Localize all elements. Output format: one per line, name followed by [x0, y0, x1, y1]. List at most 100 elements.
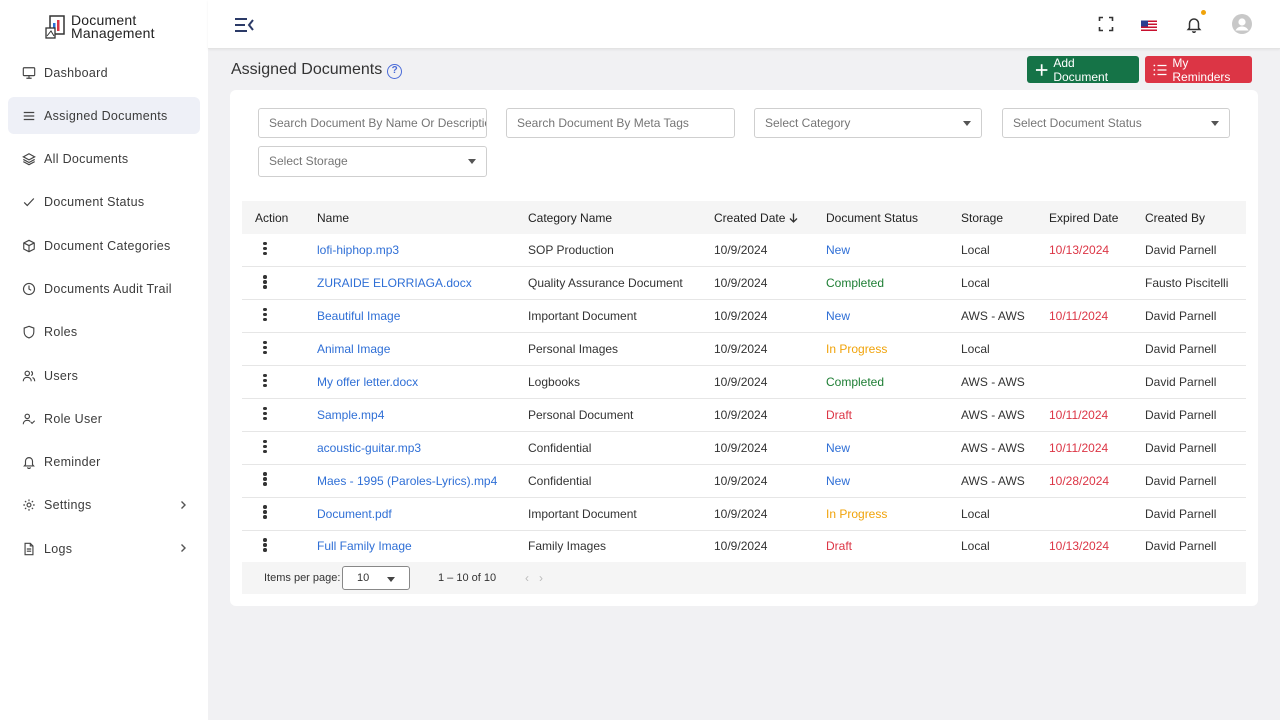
category-cell: SOP Production [528, 234, 714, 268]
status-cell: In Progress [826, 332, 961, 367]
column-header-created-date[interactable]: Created Date [714, 201, 826, 234]
created-by-cell: David Parnell [1145, 299, 1246, 334]
document-name-link[interactable]: Document.pdf [317, 507, 392, 521]
add-document-button[interactable]: Add Document [1027, 56, 1139, 84]
status-select[interactable]: Select Document Status [1002, 108, 1230, 138]
sidebar-item-documents-audit-trail[interactable]: Documents Audit Trail [8, 270, 200, 307]
row-action-cell [242, 530, 317, 564]
category-select[interactable]: Select Category [754, 108, 982, 138]
row-action-cell [242, 299, 317, 334]
status-cell: New [826, 234, 961, 268]
created-date-cell: 10/9/2024 [714, 365, 826, 399]
sidebar-item-logs[interactable]: Logs [8, 530, 200, 567]
sidebar-item-roles[interactable]: Roles [8, 314, 200, 351]
sidebar-item-label: Reminder [44, 455, 101, 470]
menu-collapse-icon[interactable] [234, 16, 254, 34]
row-action-cell [242, 332, 317, 367]
row-action-cell [242, 497, 317, 531]
created-date-cell: 10/9/2024 [714, 398, 826, 432]
created-by-cell: Fausto Piscitelli [1145, 266, 1246, 301]
previous-page-button[interactable]: ‹ [525, 571, 539, 585]
sidebar-item-label: Roles [44, 325, 78, 340]
list-icon [23, 111, 35, 120]
more-vertical-icon[interactable] [263, 438, 267, 455]
document-name-cell: My offer letter.docx [317, 365, 528, 399]
check-icon [23, 198, 35, 207]
more-vertical-icon[interactable] [263, 339, 267, 356]
column-header-status[interactable]: Document Status [826, 201, 961, 234]
page-size-select[interactable]: 10 [342, 566, 410, 590]
sidebar-item-all-documents[interactable]: All Documents [8, 141, 200, 178]
document-name-cell: Beautiful Image [317, 299, 528, 334]
sidebar-item-users[interactable]: Users [8, 357, 200, 394]
storage-select[interactable]: Select Storage [258, 146, 487, 177]
sidebar-item-role-user[interactable]: Role User [8, 400, 200, 437]
document-name-link[interactable]: Maes - 1995 (Paroles-Lyrics).mp4 [317, 474, 497, 488]
more-vertical-icon[interactable] [263, 372, 267, 389]
sidebar-item-dashboard[interactable]: Dashboard [8, 54, 200, 91]
column-header-category[interactable]: Category Name [528, 201, 714, 234]
bell-icon [23, 457, 35, 470]
fullscreen-icon[interactable] [1098, 16, 1114, 32]
more-vertical-icon[interactable] [263, 306, 267, 323]
shield-icon [23, 325, 35, 339]
document-name-cell: lofi-hiphop.mp3 [317, 234, 528, 268]
more-vertical-icon[interactable] [263, 405, 267, 422]
users-icon [22, 370, 36, 381]
document-name-link[interactable]: acoustic-guitar.mp3 [317, 441, 421, 455]
row-action-cell [242, 431, 317, 465]
sidebar-item-label: Role User [44, 411, 103, 426]
document-name-link[interactable]: Full Family Image [317, 539, 412, 553]
category-cell: Confidential [528, 431, 714, 465]
more-vertical-icon[interactable] [263, 240, 267, 257]
us-flag-icon[interactable] [1141, 20, 1157, 33]
created-date-cell: 10/9/2024 [714, 530, 826, 564]
sidebar-item-settings[interactable]: Settings [8, 487, 200, 524]
expired-date-cell: 10/11/2024 [1049, 299, 1145, 334]
category-select-value: Select Category [765, 116, 851, 130]
document-name-link[interactable]: Beautiful Image [317, 309, 400, 323]
sidebar-item-document-status[interactable]: Document Status [8, 184, 200, 221]
document-name-link[interactable]: ZURAIDE ELORRIAGA.docx [317, 276, 472, 290]
category-cell: Logbooks [528, 365, 714, 399]
notification-bell-icon[interactable] [1186, 16, 1202, 33]
table-row: My offer letter.docx Logbooks 10/9/2024 Com… [242, 365, 1246, 399]
page-title: Assigned Documents [231, 61, 383, 78]
document-name-link[interactable]: My offer letter.docx [317, 375, 418, 389]
more-vertical-icon[interactable] [263, 537, 267, 554]
column-header-name[interactable]: Name [317, 201, 528, 234]
more-vertical-icon[interactable] [263, 274, 267, 291]
expired-date-cell: 10/28/2024 [1049, 464, 1145, 498]
brand-line-2: Management [71, 25, 155, 41]
sidebar-item-label: Logs [44, 541, 73, 556]
document-name-link[interactable]: lofi-hiphop.mp3 [317, 243, 399, 257]
my-reminders-button[interactable]: My Reminders [1145, 56, 1252, 84]
storage-select-value: Select Storage [269, 154, 348, 168]
user-check-icon [22, 413, 36, 425]
column-header-expired-date[interactable]: Expired Date [1049, 201, 1145, 234]
status-cell: New [826, 464, 961, 498]
sidebar-item-document-categories[interactable]: Document Categories [8, 227, 200, 264]
next-page-button[interactable]: › [539, 571, 553, 585]
document-name-link[interactable]: Sample.mp4 [317, 408, 384, 422]
sidebar-item-reminder[interactable]: Reminder [8, 444, 200, 481]
app-logo[interactable]: Document Management [44, 13, 155, 41]
search-tags-input[interactable]: Search Document By Meta Tags [506, 108, 735, 138]
notification-dot [1201, 10, 1206, 15]
sidebar: Document Management Dashboard Assigned D… [0, 0, 208, 720]
help-icon[interactable]: ? [387, 64, 403, 79]
storage-cell: Local [961, 530, 1049, 564]
column-header-created-by[interactable]: Created By [1145, 201, 1246, 234]
sidebar-item-assigned-documents[interactable]: Assigned Documents [8, 97, 200, 135]
file-icon [24, 542, 34, 556]
logo-icon [44, 14, 68, 40]
caret-down-icon [963, 121, 971, 126]
document-name-link[interactable]: Animal Image [317, 342, 390, 356]
column-header-storage[interactable]: Storage [961, 201, 1049, 234]
created-date-cell: 10/9/2024 [714, 497, 826, 531]
more-vertical-icon[interactable] [263, 504, 267, 521]
avatar[interactable] [1232, 14, 1252, 34]
search-name-input[interactable]: Search Document By Name Or Description [258, 108, 487, 138]
category-cell: Personal Document [528, 398, 714, 432]
more-vertical-icon[interactable] [263, 471, 267, 488]
